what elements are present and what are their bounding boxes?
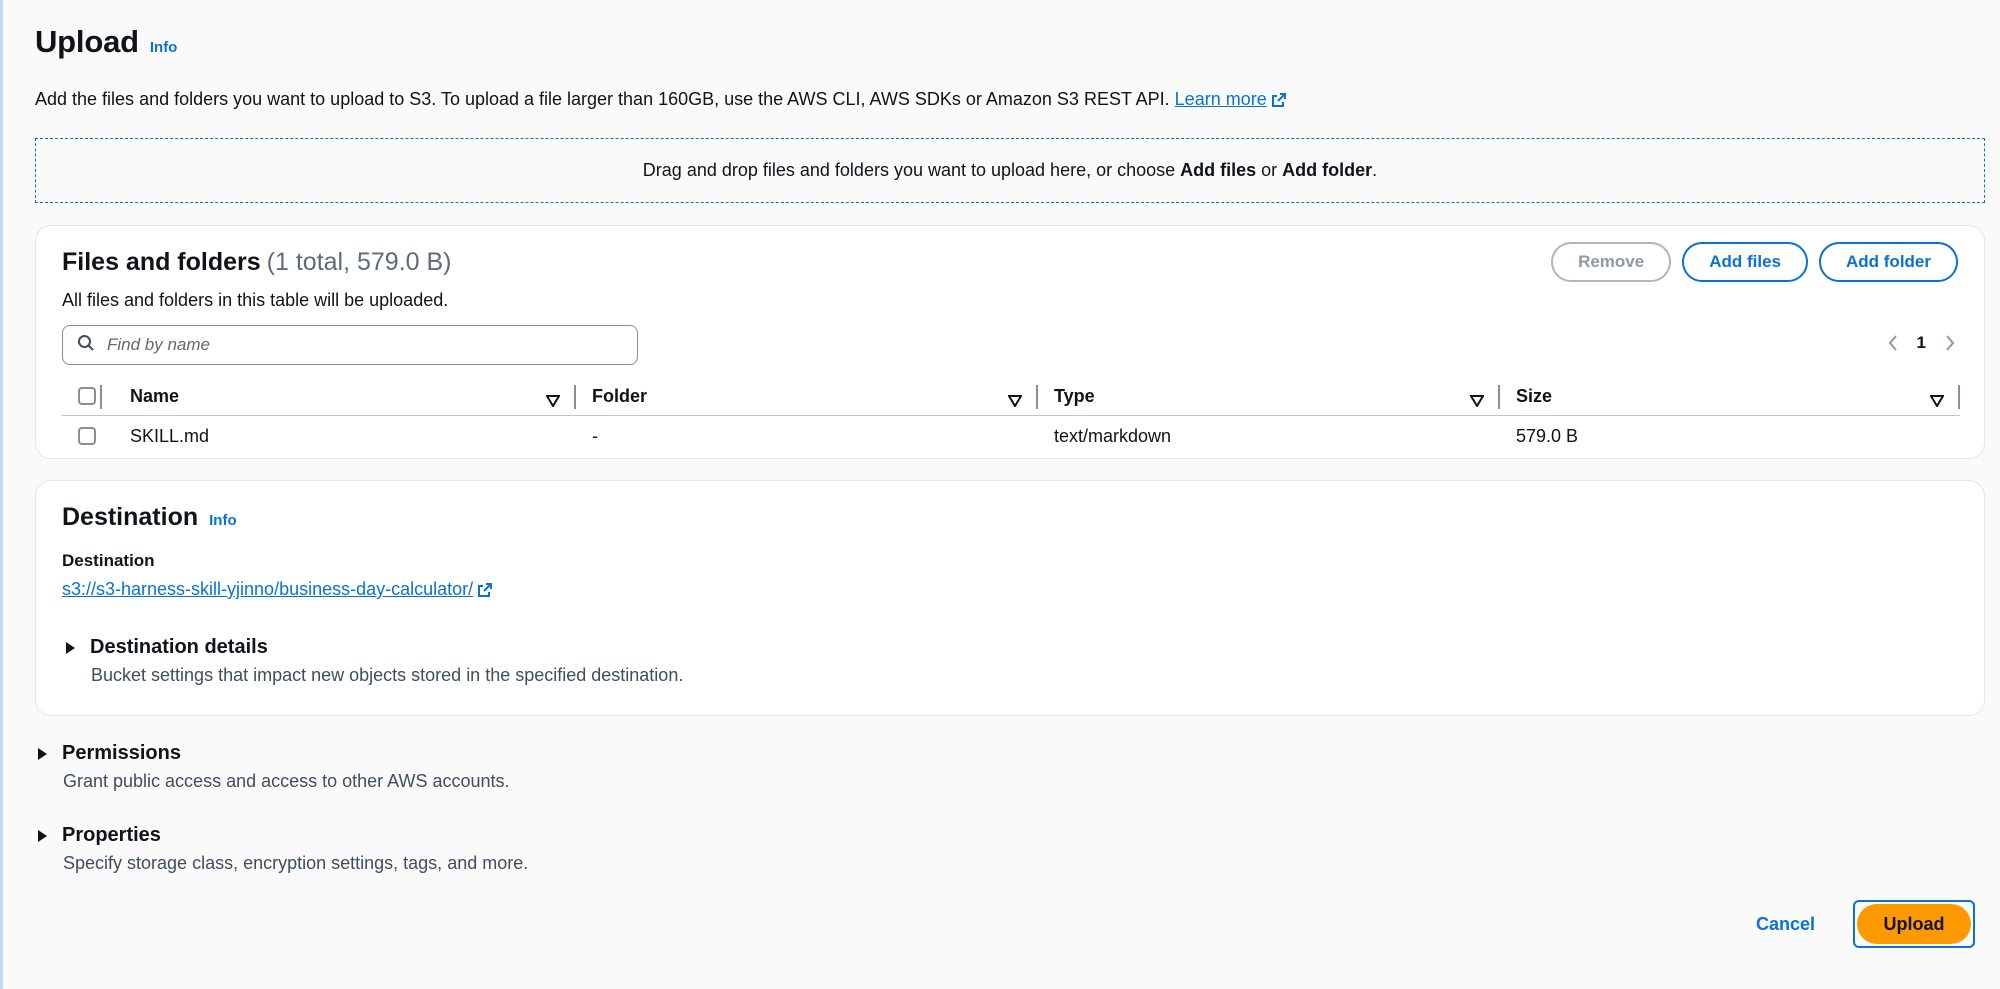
column-header-label: Name [130,385,180,406]
table-header: Name Folder Type Size [62,377,1960,416]
sort-icon [1007,391,1023,412]
dropzone-period: . [1372,160,1378,180]
destination-details-toggle[interactable]: Destination details [66,636,683,659]
destination-heading: Destination Info [62,503,237,532]
destination-uri[interactable]: s3://s3-harness-skill-yjinno/business-da… [62,579,473,599]
destination-details-title: Destination details [90,636,268,658]
column-divider[interactable] [1958,385,1960,409]
add-folder-button[interactable]: Add folder [1819,242,1958,282]
chevron-left-icon[interactable] [1887,334,1899,352]
destination-details-section: Destination details Bucket settings that… [66,636,683,686]
search-input[interactable] [105,334,609,356]
properties-section: Properties Specify storage class, encryp… [38,824,528,874]
row-select-cell [62,416,114,456]
destination-info-link[interactable]: Info [209,512,237,529]
add-files-button[interactable]: Add files [1682,242,1808,282]
files-subtitle: All files and folders in this table will… [62,290,449,310]
page-description: Add the files and folders you want to up… [35,89,1287,113]
learn-more-label: Learn more [1174,89,1267,109]
destination-panel: Destination Info Destination s3://s3-har… [35,480,1985,716]
sort-icon [545,391,561,412]
page-number[interactable]: 1 [1917,333,1926,353]
pagination: 1 [1887,333,1956,353]
column-header-label: Type [1054,385,1095,406]
destination-label: Destination [62,551,155,570]
description-text: Add the files and folders you want to up… [35,89,1170,109]
page-title: Upload [35,24,139,59]
chevron-right-icon[interactable] [1944,334,1956,352]
sort-icon [1469,391,1485,412]
destination-uri-link[interactable]: s3://s3-harness-skill-yjinno/business-da… [62,579,493,603]
select-all-checkbox[interactable] [78,387,96,405]
cell-type: text/markdown [1054,425,1172,446]
footer-actions: Cancel Upload [1750,900,1975,948]
column-header-folder[interactable]: Folder [576,377,1038,415]
properties-desc: Specify storage class, encryption settin… [63,853,529,873]
external-link-icon [477,582,493,603]
dropzone-or: or [1256,160,1283,180]
dropzone-add-files: Add files [1180,160,1257,180]
caret-right-icon [38,829,47,842]
properties-toggle[interactable]: Properties [38,824,528,847]
sort-icon [1929,391,1945,412]
column-header-size[interactable]: Size [1500,377,1960,415]
destination-title: Destination [62,503,199,531]
drop-zone[interactable]: Drag and drop files and folders you want… [35,138,1985,203]
search-icon [77,334,95,357]
cancel-button[interactable]: Cancel [1750,913,1821,936]
upload-button[interactable]: Upload [1857,904,1971,944]
cell-name: SKILL.md [130,425,210,446]
select-all-cell [62,377,114,415]
dropzone-add-folder: Add folder [1282,160,1373,180]
destination-details-desc: Bucket settings that impact new objects … [91,665,684,685]
cell-folder: - [592,425,598,446]
files-actions: Remove Add files Add folder [1551,242,1958,282]
properties-title: Properties [62,824,161,846]
files-title: Files and folders [62,248,261,276]
column-header-label: Folder [592,385,648,406]
files-count: (1 total, 579.0 B) [266,248,452,276]
files-table: Name Folder Type Size SKILL.md - text/ma… [62,377,1960,456]
column-header-type[interactable]: Type [1038,377,1500,415]
upload-focus-ring: Upload [1853,900,1975,948]
permissions-title: Permissions [62,742,181,764]
search-field[interactable] [62,325,638,365]
dropzone-text: Drag and drop files and folders you want… [642,160,1181,180]
files-and-folders-panel: Files and folders (1 total, 579.0 B) All … [35,225,1985,459]
left-rail [0,0,3,989]
column-header-name[interactable]: Name [114,377,576,415]
row-checkbox[interactable] [78,427,96,445]
column-divider [100,385,102,409]
page-header: Upload Info [35,24,177,60]
external-link-icon [1271,92,1287,113]
info-link[interactable]: Info [150,39,178,56]
permissions-section: Permissions Grant public access and acce… [38,742,510,792]
column-header-label: Size [1516,385,1553,406]
cell-size: 579.0 B [1516,425,1579,446]
remove-button[interactable]: Remove [1551,242,1672,282]
learn-more-link[interactable]: Learn more [1175,89,1287,109]
files-heading: Files and folders (1 total, 579.0 B) [62,248,452,277]
caret-right-icon [38,747,47,760]
permissions-desc: Grant public access and access to other … [63,771,510,791]
table-row: SKILL.md - text/markdown 579.0 B [62,416,1960,456]
permissions-toggle[interactable]: Permissions [38,742,510,765]
caret-right-icon [66,641,75,654]
